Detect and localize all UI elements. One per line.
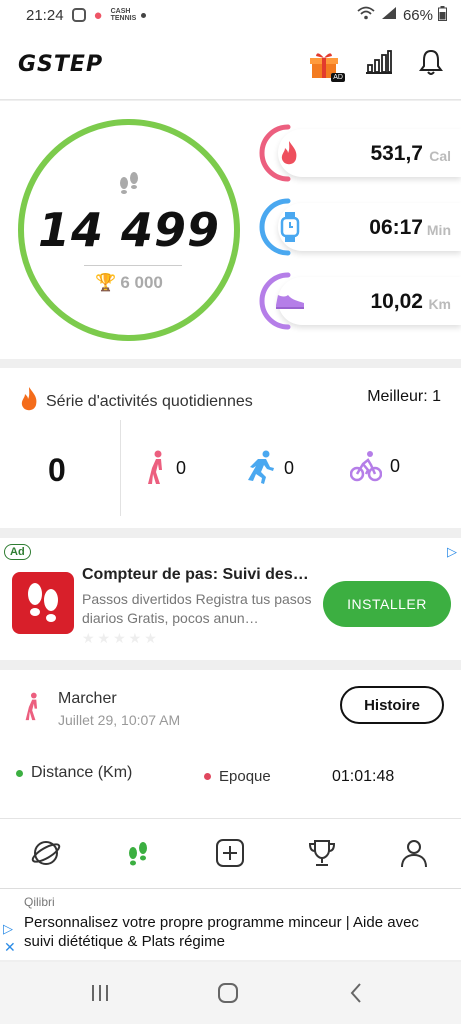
- calories-stat[interactable]: 531,7 Cal: [258, 123, 461, 183]
- divider: [120, 420, 121, 516]
- distance-unit: Km: [428, 296, 451, 312]
- recent-apps-button[interactable]: [88, 980, 112, 1006]
- steps-progress-ring[interactable]: 14 499 🏆 6 000: [18, 119, 240, 341]
- ad-title[interactable]: Compteur de pas: Suivi des…: [82, 566, 318, 584]
- shoe-icon: [274, 291, 306, 316]
- trophy-icon[interactable]: [306, 837, 338, 869]
- duration-stat[interactable]: 06:17 Min: [258, 197, 461, 257]
- system-nav-bar: [0, 962, 461, 1024]
- run-count: 0: [284, 457, 295, 478]
- profile-icon[interactable]: [398, 837, 430, 869]
- battery-level: 66%: [402, 6, 433, 24]
- distance-label: Distance (Km): [31, 764, 133, 781]
- distance-bullet: [16, 769, 23, 777]
- walk-icon: [24, 692, 42, 727]
- bell-icon[interactable]: [419, 48, 443, 81]
- calories-value: 531,7: [370, 142, 423, 165]
- distance-metric: Distance (Km): [16, 764, 132, 782]
- streak-bike: 0: [350, 450, 400, 482]
- close-icon[interactable]: ✕: [4, 939, 16, 956]
- wifi-icon: [357, 6, 375, 24]
- bar-chart-icon[interactable]: [365, 50, 393, 79]
- distance-value: 10,02: [370, 290, 423, 313]
- instagram-icon: [71, 8, 86, 22]
- gift-icon[interactable]: AD: [309, 50, 345, 82]
- add-icon[interactable]: [214, 837, 246, 869]
- walk-count: 0: [176, 457, 187, 478]
- streak-best: Meilleur: 1: [367, 388, 441, 405]
- signal-icon: [380, 6, 398, 24]
- duration-unit: Min: [426, 222, 451, 238]
- ad-rating-stars: ★★★★★: [82, 630, 160, 646]
- activity-date: Juillet 29, 10:07 AM: [58, 712, 181, 728]
- footsteps-icon: [116, 169, 142, 201]
- ad-badge: Ad: [4, 544, 31, 560]
- adchoices-icon[interactable]: ▷: [3, 921, 13, 937]
- battery-icon: [438, 5, 447, 25]
- steps-card: 14 499 🏆 6 000 531,7 Cal 06:17 Min 10,02 …: [0, 101, 461, 359]
- last-activity-card: Marcher Juillet 29, 10:07 AM Histoire Di…: [0, 670, 461, 818]
- banner-ad[interactable]: Qilibri Personnalisez votre propre progr…: [0, 888, 461, 960]
- distance-stat[interactable]: 10,02 Km: [258, 271, 461, 331]
- adchoices-icon[interactable]: ▷: [447, 544, 457, 560]
- epoch-label: Epoque: [219, 768, 271, 785]
- bike-count: 0: [390, 455, 401, 476]
- step-count: 14 499: [37, 203, 221, 257]
- app-logo: GSTEP: [18, 52, 104, 77]
- watch-icon: [280, 211, 300, 248]
- streak-walk: 0: [146, 450, 186, 486]
- run-icon: [248, 450, 274, 484]
- epoch-value: 01:01:48: [332, 768, 395, 785]
- streak-card: Série d'activités quotidiennes Meilleur:…: [0, 368, 461, 528]
- notification-icon: ●: [93, 6, 103, 24]
- banner-advertiser: Qilibri: [24, 895, 55, 909]
- flame-icon: [18, 386, 40, 417]
- epoch-bullet: [204, 773, 211, 780]
- calories-unit: Cal: [429, 148, 451, 164]
- walk-icon: [148, 450, 162, 484]
- ad-app-icon[interactable]: [12, 572, 74, 634]
- app-header: GSTEP AD: [0, 30, 461, 100]
- gift-ad-badge: AD: [331, 72, 345, 82]
- divider: [84, 265, 182, 266]
- bike-icon: [350, 451, 382, 482]
- duration-value: 06:17: [369, 216, 423, 239]
- streak-run: 0: [246, 450, 294, 486]
- trophy-icon: 🏆: [95, 273, 117, 292]
- home-button[interactable]: [216, 980, 240, 1006]
- more-notifications-icon: [140, 12, 146, 18]
- bottom-nav: [0, 818, 461, 888]
- activity-name: Marcher: [58, 690, 117, 707]
- epoch-metric: Epoque: [204, 768, 271, 785]
- flame-icon: [276, 139, 302, 172]
- install-button[interactable]: INSTALLER: [323, 581, 451, 627]
- streak-header: Série d'activités quotidiennes: [18, 386, 253, 417]
- back-button[interactable]: [344, 980, 368, 1006]
- cash-tennis-badge: CASH TENNIS: [110, 8, 137, 22]
- history-button[interactable]: Histoire: [340, 686, 444, 724]
- native-ad[interactable]: Ad ▷ Compteur de pas: Suivi des… Passos …: [0, 538, 461, 660]
- footsteps-icon[interactable]: [122, 837, 154, 869]
- planet-icon[interactable]: [30, 837, 62, 869]
- step-goal-value: 6 000: [120, 273, 163, 292]
- ad-description: Passos divertidos Registra tus pasos dia…: [82, 591, 312, 626]
- streak-title: Série d'activités quotidiennes: [46, 392, 253, 410]
- streak-current: 0: [48, 452, 66, 488]
- banner-text[interactable]: Personnalisez votre propre programme min…: [24, 913, 444, 951]
- status-time: 21:24: [26, 6, 64, 24]
- step-goal: 🏆 6 000: [24, 273, 234, 293]
- status-bar: 21:24 ● CASH TENNIS 66%: [0, 0, 461, 30]
